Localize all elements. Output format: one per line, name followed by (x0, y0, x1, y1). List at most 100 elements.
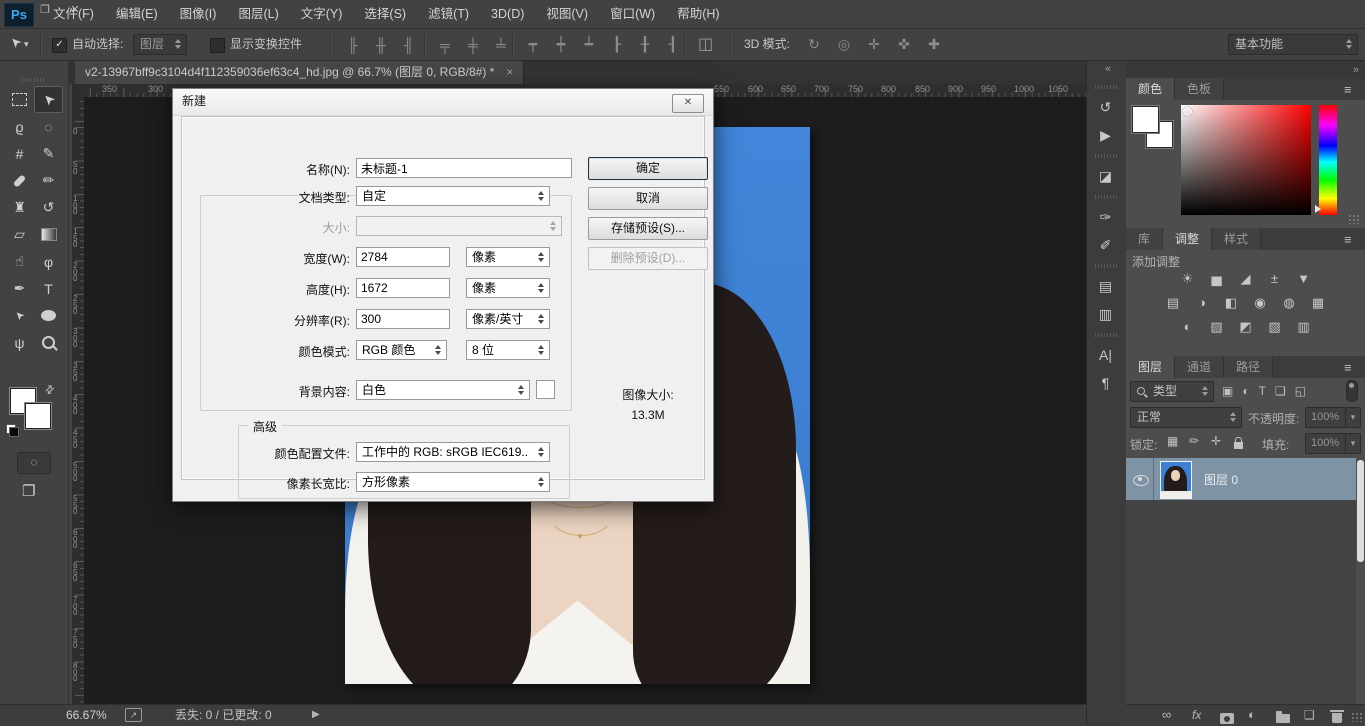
filter-type-layers-icon[interactable]: T (1259, 384, 1266, 398)
add-layer-mask-icon[interactable] (1220, 713, 1234, 724)
arrange-icon[interactable]: ◫ (698, 29, 713, 60)
properties-panel-icon[interactable]: ◪ (1093, 164, 1119, 188)
window-resize-grip[interactable] (1351, 712, 1363, 722)
zoom-tool[interactable] (35, 330, 62, 355)
distribute-horizontal-centers-icon[interactable]: ╂ (636, 36, 654, 53)
doc-type-dropdown[interactable]: 自定 (356, 186, 550, 206)
color-mode-dropdown[interactable]: RGB 颜色 (356, 340, 447, 360)
gradient-tool[interactable] (35, 222, 62, 247)
filter-pixel-layers-icon[interactable]: ▣ (1222, 384, 1233, 398)
paragraph-styles-panel-icon[interactable]: ▥ (1093, 302, 1119, 326)
default-colors-icon[interactable] (6, 424, 19, 437)
menu-help[interactable]: 帮助(H) (666, 0, 730, 28)
character-styles-panel-icon[interactable]: ▤ (1093, 274, 1119, 298)
3d-roll-icon[interactable]: ◎ (835, 36, 853, 53)
distribute-bottom-edges-icon[interactable]: ┷ (580, 36, 598, 53)
menu-window[interactable]: 窗口(W) (599, 0, 666, 28)
align-vertical-centers-icon[interactable]: ╪ (464, 37, 482, 53)
pen-tool[interactable]: ✒ (6, 276, 33, 301)
color-panel-menu-icon[interactable]: ≡ (1344, 82, 1352, 97)
menu-select[interactable]: 选择(S) (353, 0, 417, 28)
channel-mixer-icon[interactable]: ◍ (1279, 294, 1299, 311)
blend-mode-dropdown[interactable]: 正常 (1130, 407, 1242, 428)
layer-effects-icon[interactable]: fx (1192, 704, 1201, 726)
character-panel-icon[interactable]: A| (1093, 343, 1119, 367)
pixel-aspect-dropdown[interactable]: 方形像素 (356, 472, 550, 492)
curves-icon[interactable]: ◢ (1236, 270, 1256, 287)
spot-healing-brush-tool[interactable] (6, 168, 33, 193)
status-expand-icon[interactable]: ▶ (312, 704, 320, 726)
hue-slider[interactable] (1319, 105, 1337, 215)
ellipse-tool[interactable] (35, 303, 62, 328)
cancel-button[interactable]: 取消 (588, 187, 708, 210)
layer-filter-type-dropdown[interactable]: 类型 (1130, 381, 1214, 402)
brush-panel-icon[interactable]: ✑ (1093, 205, 1119, 229)
path-selection-tool[interactable]: ➤ (6, 303, 33, 328)
background-dropdown[interactable]: 白色 (356, 380, 530, 400)
tab-swatches[interactable]: 色板 (1175, 78, 1224, 100)
distribute-right-edges-icon[interactable]: ┨ (664, 36, 682, 53)
fill-dropdown[interactable]: 100% ▾ (1305, 433, 1361, 454)
background-color-swatch[interactable] (25, 403, 51, 429)
resolution-unit-dropdown[interactable]: 像素/英寸 (466, 309, 550, 329)
tools-panel-grip[interactable] (22, 78, 46, 82)
hand-tool[interactable]: ψ (6, 330, 33, 355)
color-lookup-icon[interactable]: ▦ (1308, 294, 1328, 311)
clone-stamp-tool[interactable]: ♜ (6, 195, 33, 220)
threshold-icon[interactable]: ◩ (1236, 318, 1256, 335)
brightness-contrast-icon[interactable]: ☀ (1178, 270, 1198, 287)
tool-preset-caret-icon[interactable]: ▾ (24, 29, 29, 60)
history-brush-tool[interactable]: ↺ (35, 195, 62, 220)
menu-edit[interactable]: 编辑(E) (105, 0, 169, 28)
3d-slide-icon[interactable]: ✜ (895, 36, 913, 53)
layers-scrollbar[interactable] (1357, 460, 1364, 562)
tab-color[interactable]: 颜色 (1126, 78, 1175, 100)
document-tab[interactable]: v2-13967bff9c3104d4f112359036ef63c4_hd.j… (75, 61, 524, 84)
workspace-switcher[interactable]: 基本功能 (1228, 34, 1358, 55)
smudge-tool[interactable]: ☝ (6, 249, 33, 274)
height-unit-dropdown[interactable]: 像素 (466, 278, 550, 298)
tab-paths[interactable]: 路径 (1224, 356, 1273, 378)
distribute-top-edges-icon[interactable]: ┯ (524, 36, 542, 53)
chevron-down-icon[interactable]: ▾ (1345, 434, 1360, 453)
selective-color-icon[interactable]: ▧ (1265, 318, 1285, 335)
align-right-edges-icon[interactable]: ╢ (400, 37, 418, 53)
history-panel-icon[interactable]: ↺ (1093, 95, 1119, 119)
menu-file[interactable]: 文件(F) (42, 0, 105, 28)
filter-adjustment-layers-icon[interactable]: ◐ (1242, 384, 1249, 398)
3d-scale-icon[interactable]: ✚ (925, 36, 943, 53)
lock-all-icon[interactable] (1234, 438, 1243, 452)
delete-layer-icon[interactable] (1332, 713, 1342, 723)
eye-icon[interactable] (1133, 475, 1149, 486)
screen-mode-button[interactable]: ❐ (22, 482, 35, 500)
gradient-map-icon[interactable]: ▥ (1294, 318, 1314, 335)
layer-thumbnail[interactable] (1160, 461, 1192, 499)
layer-filter-toggle[interactable] (1346, 380, 1358, 402)
filter-smart-objects-icon[interactable]: ◱ (1295, 384, 1306, 398)
distribute-vertical-centers-icon[interactable]: ┿ (552, 36, 570, 53)
menu-layer[interactable]: 图层(L) (227, 0, 289, 28)
color-profile-dropdown[interactable]: 工作中的 RGB: sRGB IEC619... (356, 442, 550, 462)
zoom-level-field[interactable]: 66.67% (66, 704, 107, 726)
tab-channels[interactable]: 通道 (1175, 356, 1224, 378)
menu-view[interactable]: 视图(V) (535, 0, 599, 28)
new-adjustment-layer-icon[interactable]: ◐ (1248, 704, 1256, 726)
levels-icon[interactable]: ▅ (1207, 270, 1227, 287)
width-input[interactable] (356, 247, 450, 267)
chevron-down-icon[interactable]: ▾ (1345, 408, 1360, 427)
width-unit-dropdown[interactable]: 像素 (466, 247, 550, 267)
rectangular-marquee-tool[interactable] (6, 87, 33, 112)
align-top-edges-icon[interactable]: ╤ (436, 37, 454, 53)
layer-name[interactable]: 图层 0 (1204, 471, 1238, 488)
share-icon[interactable]: ↗ (125, 708, 142, 722)
show-transform-checkbox[interactable] (210, 38, 225, 53)
tab-libraries[interactable]: 库 (1126, 228, 1163, 250)
dialog-title-bar[interactable]: 新建 ✕ (173, 89, 713, 116)
opacity-dropdown[interactable]: 100% ▾ (1305, 407, 1361, 428)
collapse-panels-icon[interactable]: » (1353, 64, 1359, 76)
menu-filter[interactable]: 滤镜(T) (417, 0, 480, 28)
align-left-edges-icon[interactable]: ╟ (344, 37, 362, 53)
tab-adjustments[interactable]: 调整 (1163, 228, 1212, 250)
3d-rotate-icon[interactable]: ↻ (805, 36, 823, 53)
resolution-input[interactable] (356, 309, 450, 329)
